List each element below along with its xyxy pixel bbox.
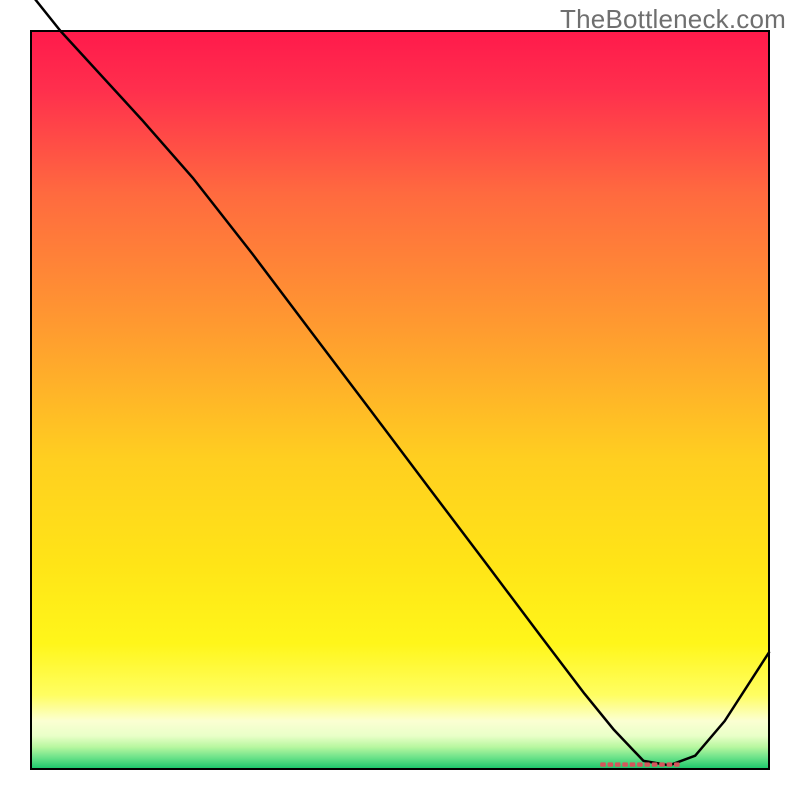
bottleneck-curve-chart <box>0 0 800 800</box>
watermark-text: TheBottleneck.com <box>560 4 786 35</box>
gradient-background <box>31 31 769 769</box>
optimal-marker <box>600 762 679 766</box>
chart-container: TheBottleneck.com <box>0 0 800 800</box>
plot-area <box>31 0 769 769</box>
